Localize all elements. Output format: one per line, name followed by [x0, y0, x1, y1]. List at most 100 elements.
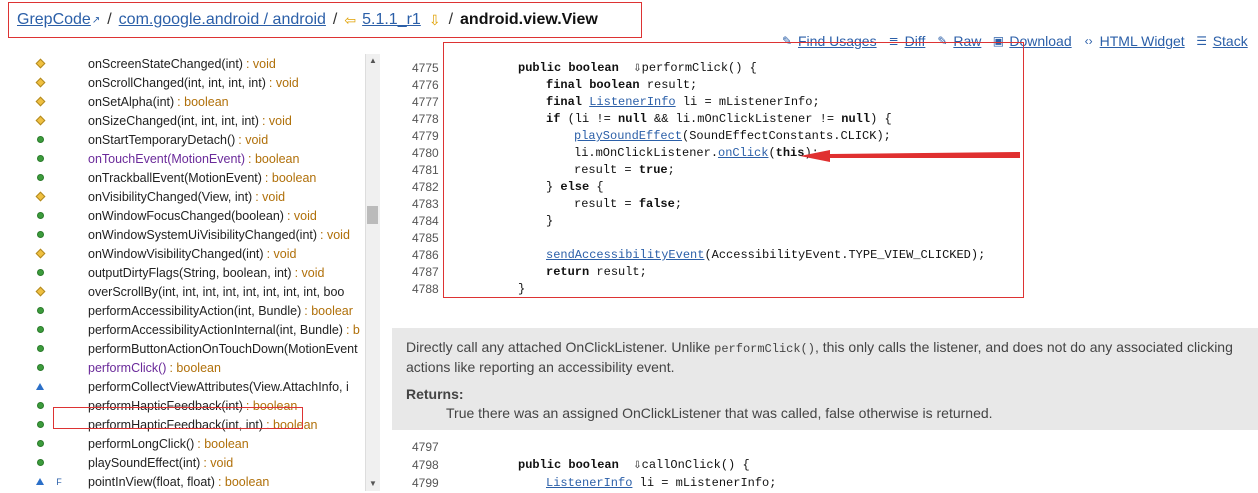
dot-icon	[37, 155, 44, 162]
dot-icon	[37, 269, 44, 276]
version-link[interactable]: 5.1.1_r1	[362, 11, 421, 29]
html-widget-icon: ‹›	[1084, 34, 1093, 48]
method-list-item[interactable]: onWindowFocusChanged(boolean): void	[0, 206, 365, 225]
method-name: onScrollChanged(int, int, int, int)	[88, 75, 266, 90]
external-link-icon: ↗	[91, 14, 101, 26]
html-widget-link[interactable]: HTML Widget	[1100, 33, 1185, 49]
page-title: android.view.View	[460, 11, 598, 28]
dot-icon	[37, 307, 44, 314]
method-name: onStartTemporaryDetach()	[88, 132, 236, 147]
method-list-item[interactable]: onWindowVisibilityChanged(int): void	[0, 244, 365, 263]
code-highlight-box	[443, 42, 1024, 298]
method-list-item[interactable]: performAccessibilityAction(int, Bundle):…	[0, 301, 365, 320]
method-list-item[interactable]: onTrackballEvent(MotionEvent): boolean	[0, 168, 365, 187]
method-list-item[interactable]: performCollectViewAttributes(View.Attach…	[0, 377, 365, 396]
method-list-item[interactable]: onScrollChanged(int, int, int, int): voi…	[0, 73, 365, 92]
method-name: performButtonActionOnTouchDown(MotionEve…	[88, 341, 358, 356]
grepcode-link[interactable]: GrepCode	[17, 11, 91, 29]
method-list: onScreenStateChanged(int): void onScrollC…	[0, 54, 365, 491]
method-return-type: : boolean	[248, 151, 300, 166]
dot-icon	[37, 212, 44, 219]
dot-icon	[37, 402, 44, 409]
method-return-type: : void	[245, 56, 276, 71]
method-list-item[interactable]: onWindowSystemUiVisibilityChanged(int): …	[0, 225, 365, 244]
method-name: onWindowVisibilityChanged(int)	[88, 246, 264, 261]
method-list-item[interactable]: playSoundEffect(int): void	[0, 453, 365, 472]
line-number: 4798	[412, 458, 439, 472]
line-number: 4797	[412, 440, 439, 454]
method-list-item[interactable]: overScrollBy(int, int, int, int, int, in…	[0, 282, 365, 301]
method-return-type: : boolean	[169, 360, 221, 375]
method-list-item[interactable]: performLongClick(): boolean	[0, 434, 365, 453]
dot-icon	[37, 345, 44, 352]
arrow-left-icon[interactable]: ⇦	[344, 12, 356, 29]
method-return-type: : void	[261, 113, 292, 128]
method-list-item[interactable]: onSetAlpha(int): boolean	[0, 92, 365, 111]
triangle-icon	[36, 383, 44, 390]
method-list-item[interactable]: onScreenStateChanged(int): void	[0, 54, 365, 73]
javadoc-panel: Directly call any attached OnClickListen…	[392, 328, 1258, 430]
dot-icon	[37, 459, 44, 466]
method-return-type: : boolean	[217, 474, 270, 489]
method-name: performHapticFeedback(int, int)	[88, 417, 264, 432]
method-name: outputDirtyFlags(String, boolean, int)	[88, 265, 292, 280]
method-name: onSetAlpha(int)	[88, 94, 175, 109]
method-return-type: : boolean	[266, 417, 318, 432]
method-list-item[interactable]: performButtonActionOnTouchDown(MotionEve…	[0, 339, 365, 358]
method-name: performHapticFeedback(int)	[88, 398, 243, 413]
method-list-item[interactable]: performClick(): boolean	[0, 358, 365, 377]
method-return-type: : boolean	[245, 398, 298, 413]
scroll-down-icon[interactable]: ▼	[368, 479, 378, 489]
dot-icon	[37, 136, 44, 143]
method-list-item[interactable]: pointInView(float, float): boolean F	[0, 472, 365, 491]
sidebar-scrollbar[interactable]: ▲ ▼	[365, 54, 380, 491]
method-name: performAccessibilityActionInternal(int, …	[88, 322, 343, 337]
method-name: onTouchEvent(MotionEvent)	[88, 151, 246, 166]
method-list-item[interactable]: onTouchEvent(MotionEvent): boolean	[0, 149, 365, 168]
method-return-type: : boolean	[264, 170, 317, 185]
method-list-item[interactable]: outputDirtyFlags(String, boolean, int): …	[0, 263, 365, 282]
triangle-icon	[36, 478, 44, 485]
method-list-item[interactable]: performAccessibilityActionInternal(int, …	[0, 320, 365, 339]
diamond-icon	[35, 58, 46, 69]
method-name: performAccessibilityAction(int, Bundle)	[88, 303, 302, 318]
method-name: onVisibilityChanged(View, int)	[88, 189, 253, 204]
method-return-type: : void	[286, 208, 317, 223]
dot-icon	[37, 326, 44, 333]
returns-text: True there was an assigned OnClickListen…	[446, 405, 993, 421]
returns-label: Returns:	[406, 386, 464, 402]
method-name: performLongClick()	[88, 436, 195, 451]
package-link[interactable]: com.google.android / android	[119, 11, 326, 29]
dot-icon	[37, 231, 44, 238]
stack-icon: ☰	[1196, 34, 1208, 48]
method-name: onSizeChanged(int, int, int, int)	[88, 113, 259, 128]
breadcrumb-separator: /	[332, 11, 338, 28]
method-name: performCollectViewAttributes(View.Attach…	[88, 379, 349, 394]
diamond-icon	[35, 96, 46, 107]
method-list-item[interactable]: onStartTemporaryDetach(): void	[0, 130, 365, 149]
method-name: pointInView(float, float)	[88, 474, 215, 489]
dot-icon	[37, 421, 44, 428]
line-number: 4799	[412, 476, 439, 490]
modifier-flag: F	[56, 476, 62, 487]
scroll-thumb[interactable]	[367, 206, 378, 224]
method-return-type: : void	[238, 132, 269, 147]
method-list-item[interactable]: performHapticFeedback(int, int): boolean	[0, 415, 365, 434]
method-return-type: : void	[255, 189, 286, 204]
dot-icon	[37, 174, 44, 181]
method-name: onScreenStateChanged(int)	[88, 56, 243, 71]
method-list-item[interactable]: onVisibilityChanged(View, int): void	[0, 187, 365, 206]
method-list-item[interactable]: performHapticFeedback(int): boolean	[0, 396, 365, 415]
stack-link[interactable]: Stack	[1213, 33, 1248, 49]
method-return-type: : boolear	[304, 303, 353, 318]
method-return-type: : b	[345, 322, 360, 337]
method-return-type: : boolean	[177, 94, 229, 109]
method-return-type: : void	[320, 227, 350, 242]
method-name: overScrollBy(int, int, int, int, int, in…	[88, 284, 345, 299]
method-list-item[interactable]: onSizeChanged(int, int, int, int): void	[0, 111, 365, 130]
method-name: onWindowSystemUiVisibilityChanged(int)	[88, 227, 318, 242]
diamond-icon	[35, 115, 46, 126]
arrow-down-icon[interactable]: ⇩	[429, 12, 441, 29]
scroll-up-icon[interactable]: ▲	[368, 56, 378, 66]
method-name: playSoundEffect(int)	[88, 455, 201, 470]
